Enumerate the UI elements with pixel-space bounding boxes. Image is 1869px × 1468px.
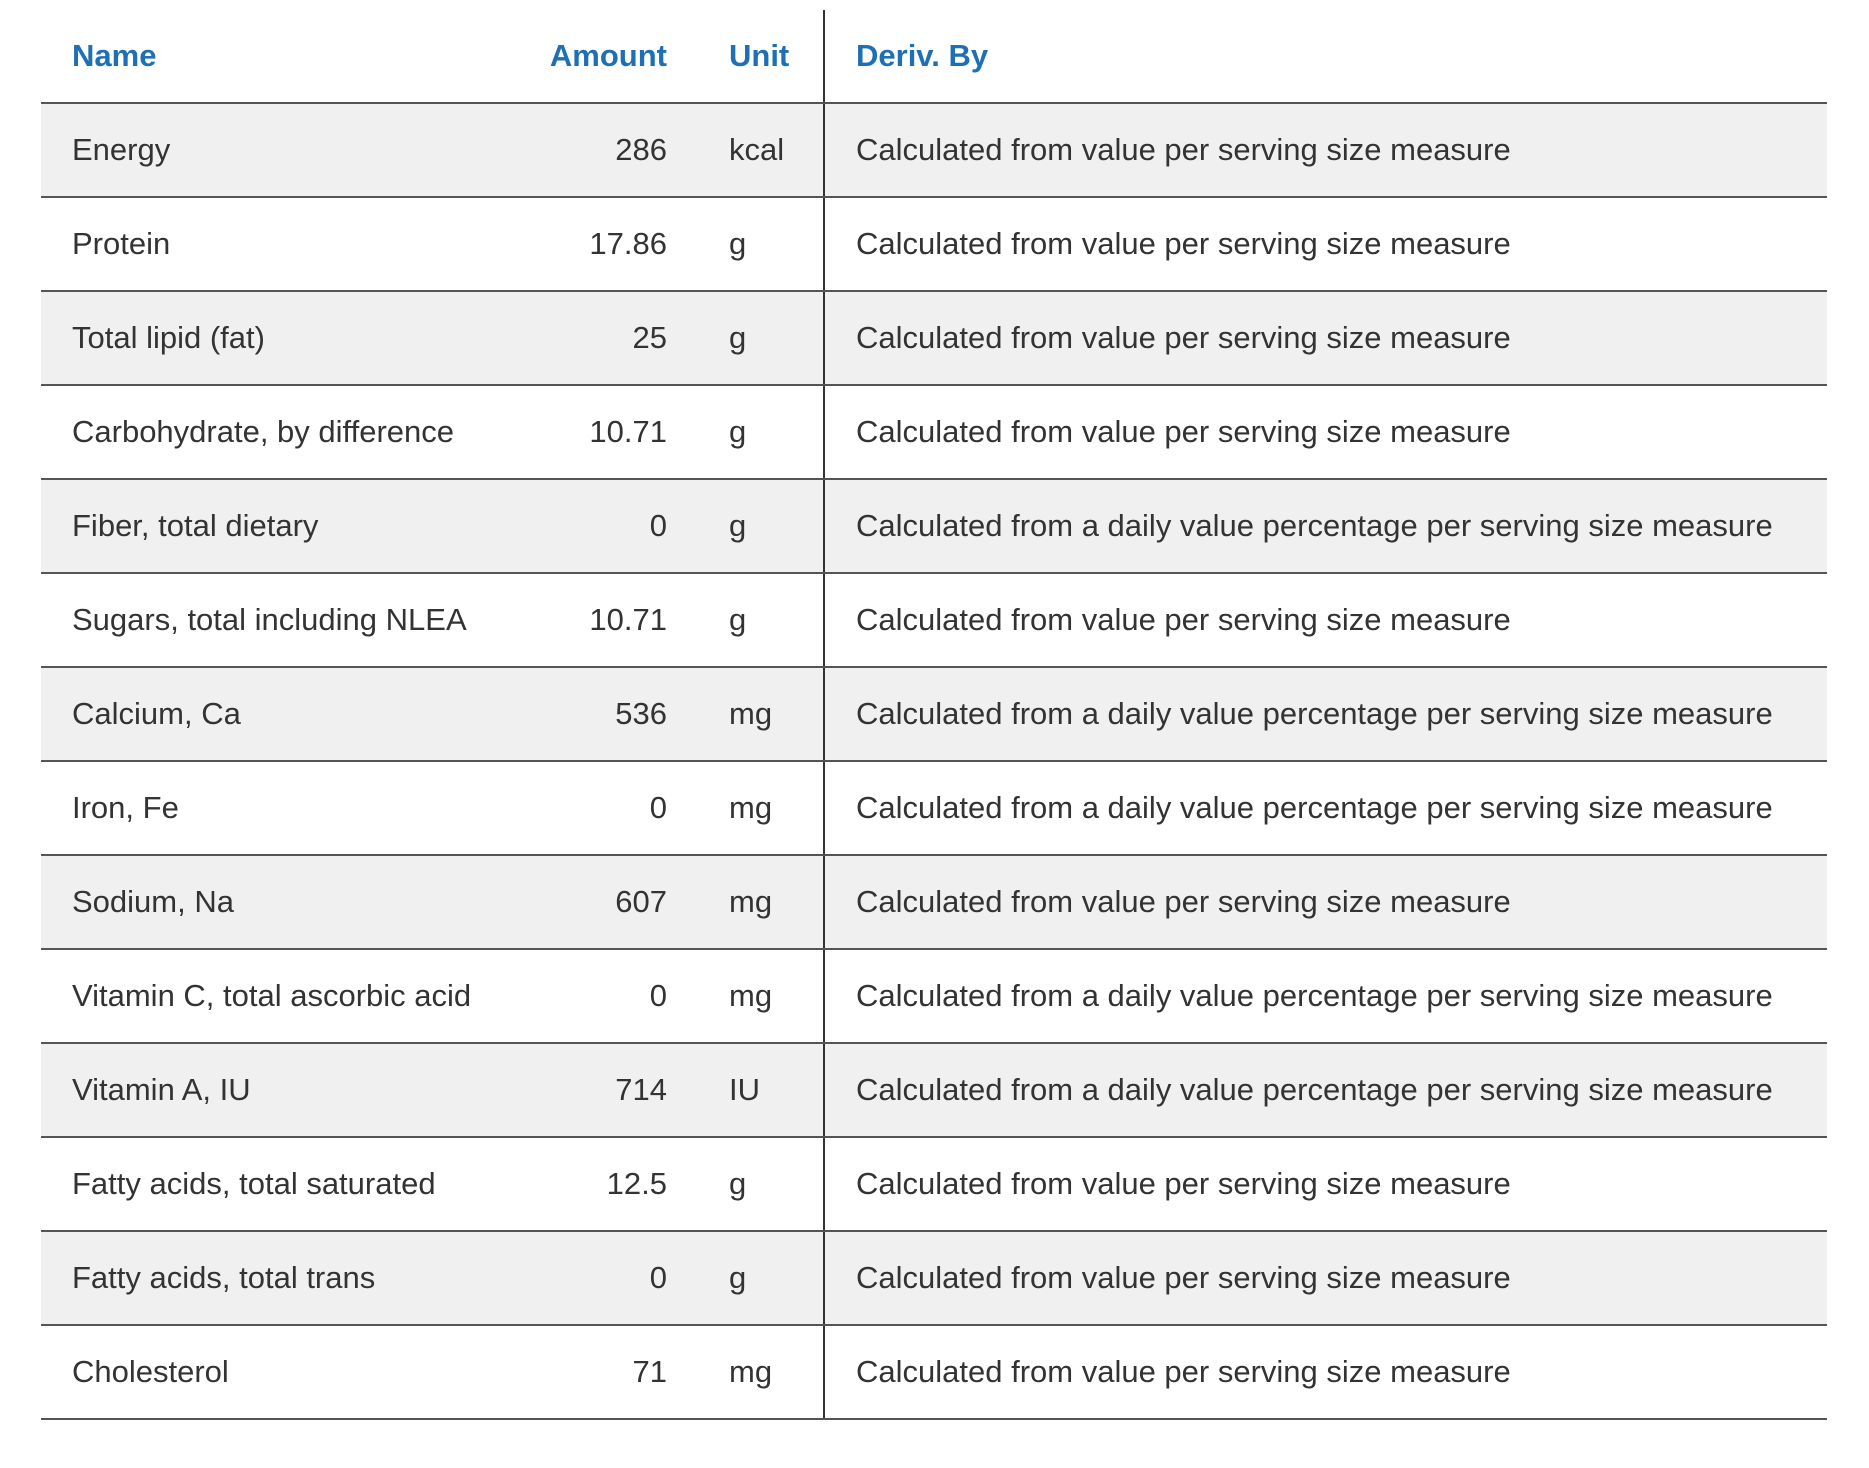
nutrient-table: Name Amount Unit Deriv. By Energy 286 kc… [41, 10, 1827, 1420]
cell-unit: kcal [698, 103, 824, 198]
cell-name: Fiber, total dietary [41, 479, 513, 574]
cell-deriv-by: Calculated from value per serving size m… [823, 291, 1827, 386]
cell-deriv-by: Calculated from value per serving size m… [823, 103, 1827, 198]
cell-name: Sodium, Na [41, 855, 513, 950]
table-header: Name Amount Unit Deriv. By [41, 10, 1827, 104]
cell-name: Cholesterol [41, 1325, 513, 1420]
column-header-name[interactable]: Name [41, 10, 513, 104]
table-row: Iron, Fe 0 mg Calculated from a daily va… [41, 761, 1827, 856]
cell-unit: mg [698, 761, 824, 856]
cell-amount: 607 [513, 855, 698, 950]
table-row: Fatty acids, total trans 0 g Calculated … [41, 1231, 1827, 1326]
cell-unit: g [698, 479, 824, 574]
cell-unit: g [698, 1137, 824, 1232]
cell-unit: mg [698, 855, 824, 950]
cell-unit: mg [698, 667, 824, 762]
cell-amount: 0 [513, 479, 698, 574]
cell-deriv-by: Calculated from value per serving size m… [823, 573, 1827, 668]
cell-name: Fatty acids, total trans [41, 1231, 513, 1326]
cell-unit: mg [698, 1325, 824, 1420]
cell-amount: 0 [513, 1231, 698, 1326]
table-row: Fatty acids, total saturated 12.5 g Calc… [41, 1137, 1827, 1232]
table-row: Protein 17.86 g Calculated from value pe… [41, 197, 1827, 292]
cell-unit: g [698, 385, 824, 480]
table-row: Vitamin A, IU 714 IU Calculated from a d… [41, 1043, 1827, 1138]
cell-name: Protein [41, 197, 513, 292]
cell-unit: mg [698, 949, 824, 1044]
table-row: Calcium, Ca 536 mg Calculated from a dai… [41, 667, 1827, 762]
column-header-unit[interactable]: Unit [698, 10, 824, 104]
cell-name: Vitamin C, total ascorbic acid [41, 949, 513, 1044]
cell-amount: 0 [513, 949, 698, 1044]
cell-deriv-by: Calculated from a daily value percentage… [823, 761, 1827, 856]
cell-deriv-by: Calculated from a daily value percentage… [823, 1043, 1827, 1138]
table-row: Sugars, total including NLEA 10.71 g Cal… [41, 573, 1827, 668]
cell-name: Iron, Fe [41, 761, 513, 856]
table-row: Cholesterol 71 mg Calculated from value … [41, 1325, 1827, 1420]
cell-deriv-by: Calculated from a daily value percentage… [823, 667, 1827, 762]
table-row: Energy 286 kcal Calculated from value pe… [41, 103, 1827, 198]
cell-amount: 71 [513, 1325, 698, 1420]
cell-unit: g [698, 1231, 824, 1326]
cell-amount: 12.5 [513, 1137, 698, 1232]
table-row: Total lipid (fat) 25 g Calculated from v… [41, 291, 1827, 386]
cell-name: Total lipid (fat) [41, 291, 513, 386]
cell-unit: g [698, 573, 824, 668]
cell-deriv-by: Calculated from a daily value percentage… [823, 479, 1827, 574]
table-row: Fiber, total dietary 0 g Calculated from… [41, 479, 1827, 574]
table-row: Sodium, Na 607 mg Calculated from value … [41, 855, 1827, 950]
cell-amount: 25 [513, 291, 698, 386]
cell-deriv-by: Calculated from value per serving size m… [823, 1137, 1827, 1232]
table-row: Carbohydrate, by difference 10.71 g Calc… [41, 385, 1827, 480]
cell-name: Sugars, total including NLEA [41, 573, 513, 668]
cell-amount: 17.86 [513, 197, 698, 292]
nutrient-table-container: Name Amount Unit Deriv. By Energy 286 kc… [41, 10, 1827, 1420]
cell-amount: 714 [513, 1043, 698, 1138]
cell-deriv-by: Calculated from value per serving size m… [823, 855, 1827, 950]
cell-amount: 536 [513, 667, 698, 762]
cell-amount: 286 [513, 103, 698, 198]
cell-deriv-by: Calculated from value per serving size m… [823, 385, 1827, 480]
cell-deriv-by: Calculated from a daily value percentage… [823, 949, 1827, 1044]
cell-unit: IU [698, 1043, 824, 1138]
cell-deriv-by: Calculated from value per serving size m… [823, 1231, 1827, 1326]
cell-name: Vitamin A, IU [41, 1043, 513, 1138]
cell-name: Calcium, Ca [41, 667, 513, 762]
header-row: Name Amount Unit Deriv. By [41, 10, 1827, 104]
cell-name: Carbohydrate, by difference [41, 385, 513, 480]
column-header-amount[interactable]: Amount [513, 10, 698, 104]
cell-unit: g [698, 291, 824, 386]
cell-amount: 0 [513, 761, 698, 856]
column-header-deriv-by[interactable]: Deriv. By [823, 10, 1827, 104]
cell-amount: 10.71 [513, 385, 698, 480]
cell-name: Fatty acids, total saturated [41, 1137, 513, 1232]
table-row: Vitamin C, total ascorbic acid 0 mg Calc… [41, 949, 1827, 1044]
cell-unit: g [698, 197, 824, 292]
cell-deriv-by: Calculated from value per serving size m… [823, 1325, 1827, 1420]
table-body: Energy 286 kcal Calculated from value pe… [41, 103, 1827, 1420]
cell-amount: 10.71 [513, 573, 698, 668]
cell-deriv-by: Calculated from value per serving size m… [823, 197, 1827, 292]
cell-name: Energy [41, 103, 513, 198]
